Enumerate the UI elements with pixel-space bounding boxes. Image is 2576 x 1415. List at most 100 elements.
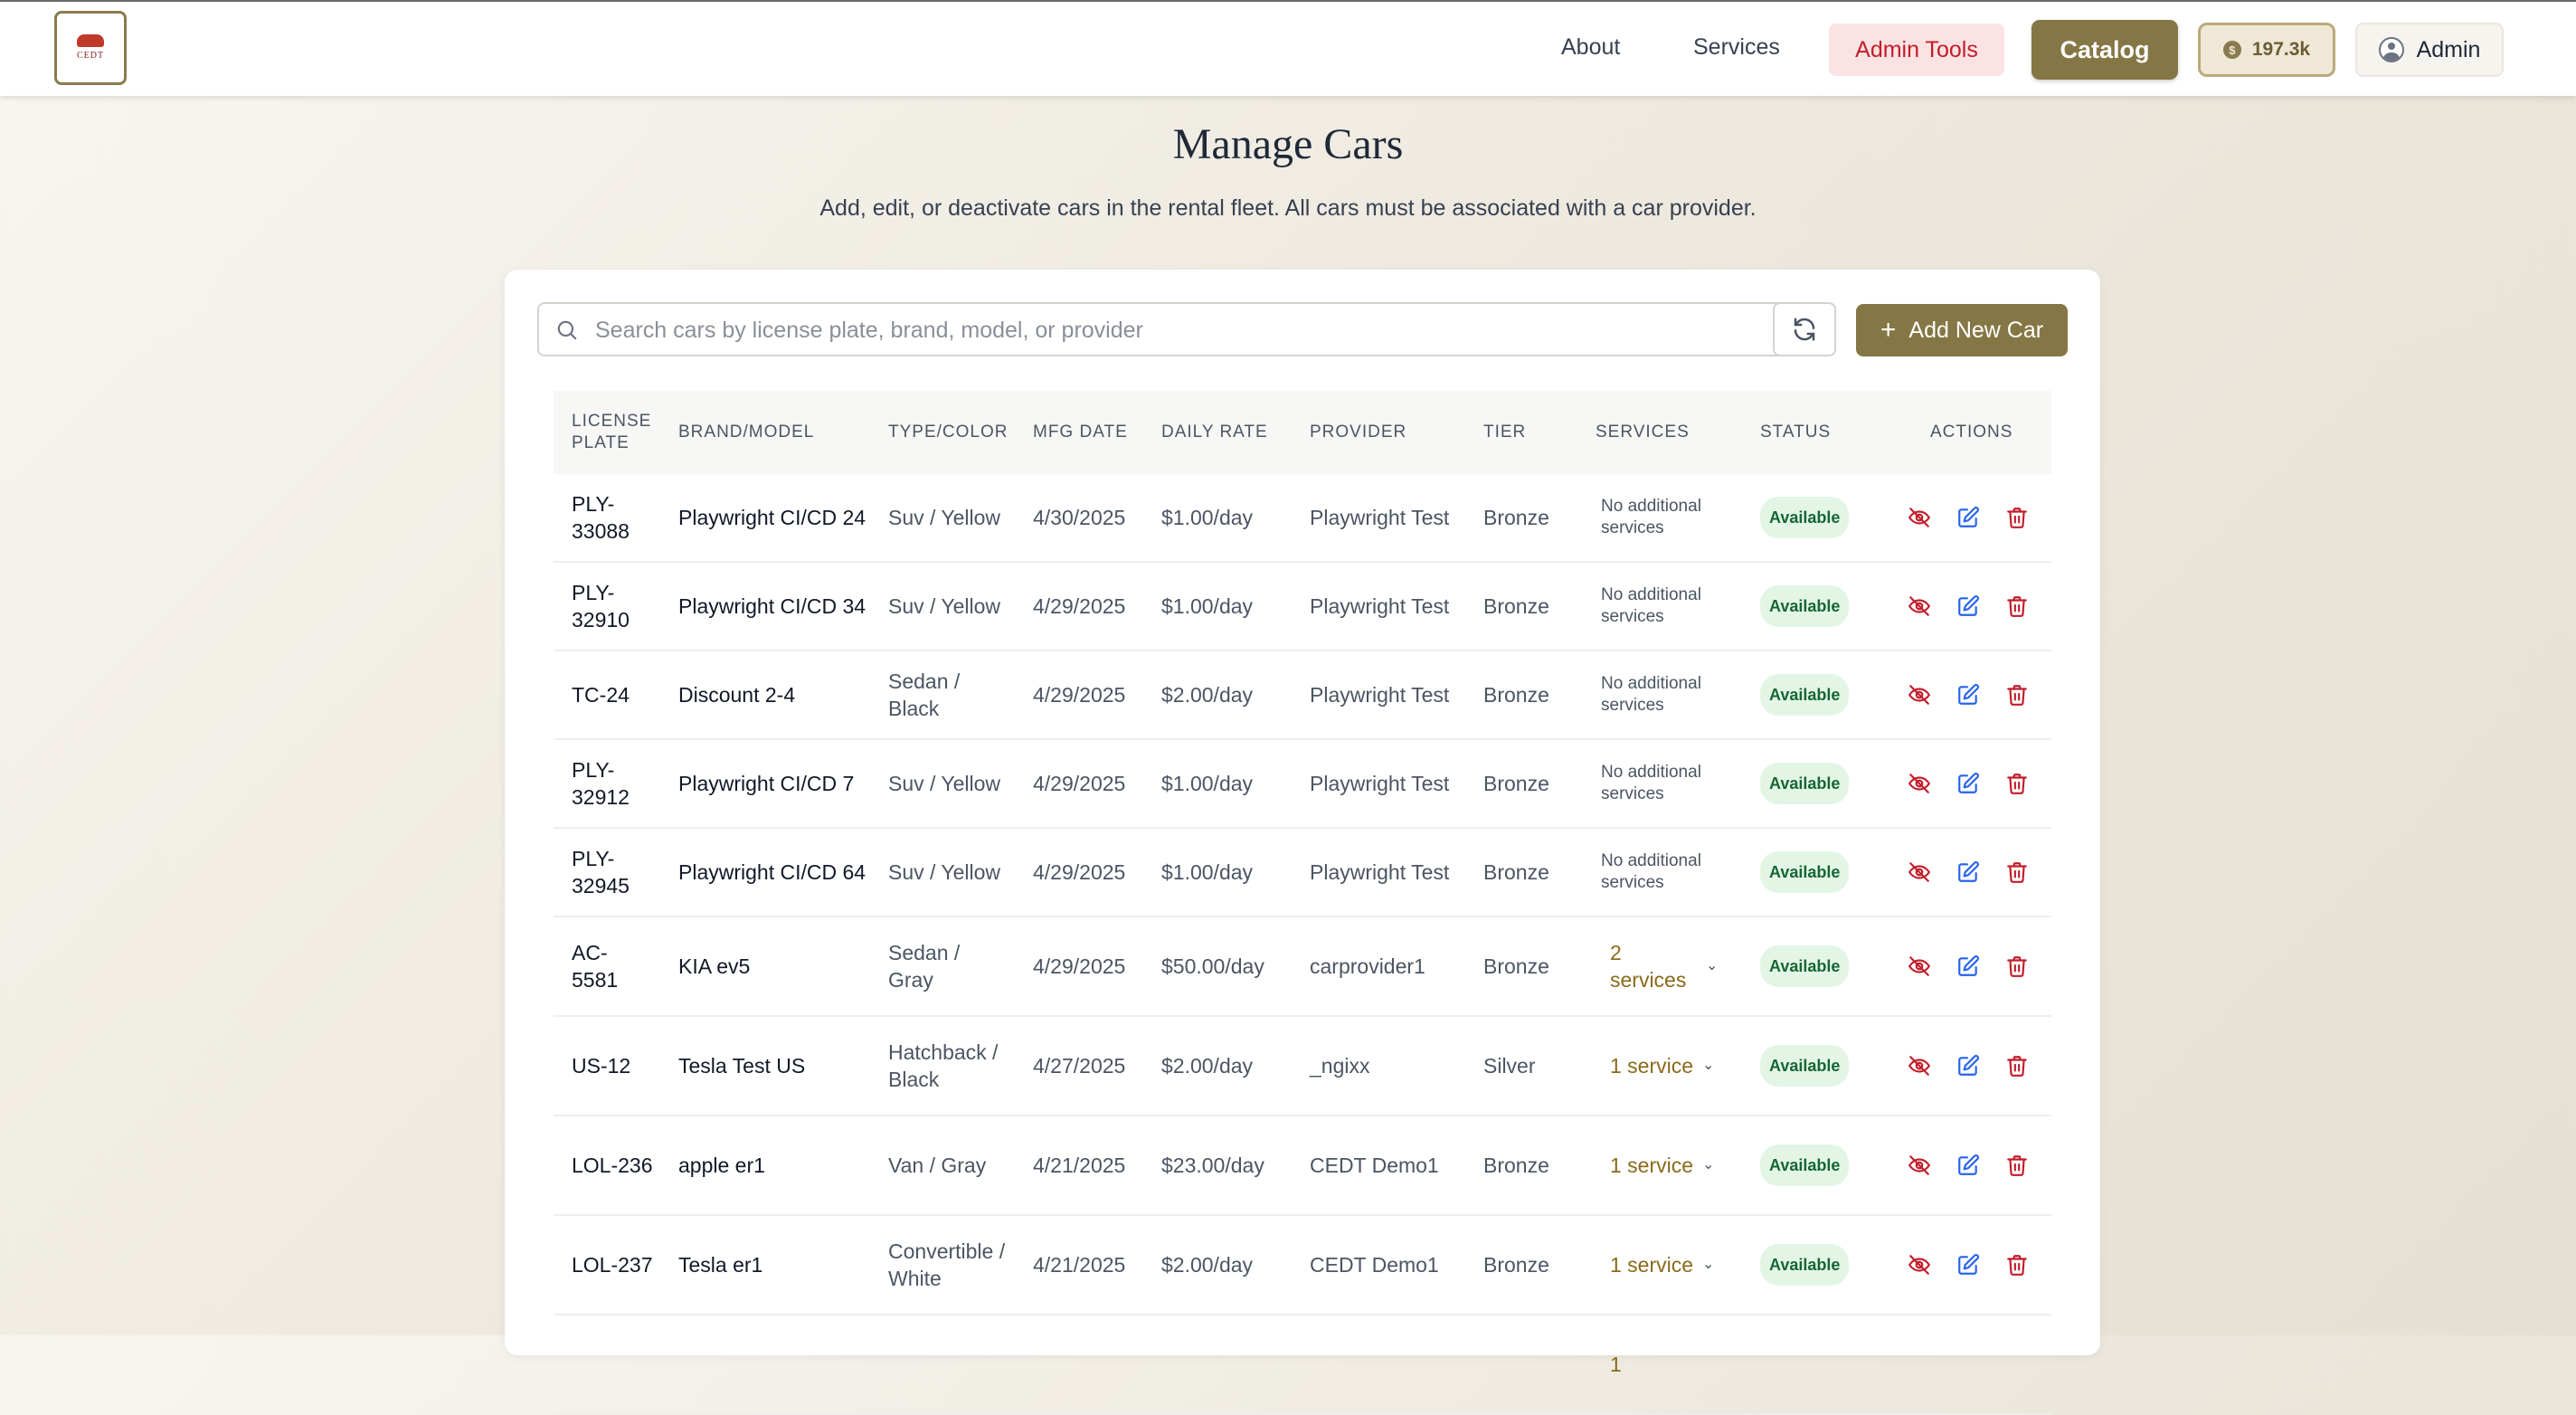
table-row[interactable]: PLY-33088 Playwright CI/CD 24 Suv / Yellow… [554,474,2051,563]
nav-about-link[interactable]: About [1561,34,1620,61]
cell-services[interactable]: 1 service ⌄ [1610,1017,1746,1115]
cell-actions [1907,829,2030,916]
cell-services[interactable]: 2 services ⌄ [1610,917,1746,1015]
table-row[interactable]: 1 [554,1315,2051,1415]
table-row[interactable]: PLY-32910 Playwright CI/CD 34 Suv / Yellow… [554,563,2051,651]
cell-provider: CEDT Demo1 [1310,1116,1473,1214]
col-tier: TIER [1483,423,1527,442]
table-row[interactable]: US-12 Tesla Test US Hatchback / Black 4/27/… [554,1017,2051,1116]
cell-mfg-date: 4/29/2025 [1033,829,1151,916]
refresh-button[interactable] [1773,302,1836,356]
search-icon [557,320,577,340]
user-menu-button[interactable]: Admin [2355,23,2504,77]
table-row[interactable]: PLY-32945 Playwright CI/CD 64 Suv / Yellow… [554,829,2051,917]
delete-trash-icon[interactable] [2004,1153,2030,1178]
cell-services[interactable]: 1 [1610,1315,1746,1413]
edit-icon[interactable] [1956,505,1981,530]
deactivate-eye-off-icon[interactable] [1907,1153,1932,1178]
table-row[interactable]: AC-5581 KIA ev5 Sedan / Gray 4/29/2025 $50.0… [554,917,2051,1017]
status-badge: Available [1760,674,1850,716]
cell-license-plate: LOL-236 [572,1116,653,1214]
cell-tier: Bronze [1483,563,1574,650]
cell-provider-text: carprovider1 [1310,954,1425,978]
cell-mfg-date-text: 4/29/2025 [1033,683,1126,707]
cell-brand-model: Tesla Test US [678,1017,868,1115]
cell-mfg-date: 4/29/2025 [1033,563,1151,650]
cell-mfg-date-text: 4/29/2025 [1033,594,1126,618]
cell-tier: Bronze [1483,1116,1574,1214]
delete-trash-icon[interactable] [2004,1053,2030,1078]
edit-icon[interactable] [1956,1053,1981,1078]
deactivate-eye-off-icon[interactable] [1907,771,1932,796]
deactivate-eye-off-icon[interactable] [1907,594,1932,619]
services-text: No additional services [1601,763,1701,803]
delete-trash-icon[interactable] [2004,954,2030,979]
cars-table: LICENSE PLATE BRAND/MODEL TYPE/COLOR MFG… [554,391,2051,1415]
search-box[interactable] [537,302,1804,356]
cell-tier: Silver [1483,1017,1574,1115]
cell-license-plate-text: US-12 [572,1054,631,1078]
col-services: SERVICES [1596,423,1690,442]
add-new-car-button[interactable]: + Add New Car [1856,304,2068,356]
cell-services[interactable]: 1 service ⌄ [1610,1116,1746,1214]
status-badge: Available [1760,585,1850,627]
deactivate-eye-off-icon[interactable] [1907,505,1932,530]
delete-trash-icon[interactable] [2004,1252,2030,1277]
cell-tier-text: Bronze [1483,772,1549,795]
chevron-down-icon: ⌄ [1702,1157,1715,1173]
services-text: No additional services [1601,674,1701,715]
coin-balance-button[interactable]: $ 197.3k [2198,23,2335,77]
cell-tier-text: Silver [1483,1054,1536,1078]
delete-trash-icon[interactable] [2004,859,2030,885]
chevron-down-icon: ⌄ [1706,958,1719,973]
edit-icon[interactable] [1956,682,1981,708]
cell-daily-rate-text: $50.00/day [1161,954,1264,978]
cell-type-color: Suv / Yellow [888,829,1006,916]
table-row[interactable]: TC-24 Discount 2-4 Sedan / Black 4/29/2025 $… [554,651,2051,740]
deactivate-eye-off-icon[interactable] [1907,954,1932,979]
delete-trash-icon[interactable] [2004,682,2030,708]
cell-license-plate: US-12 [572,1017,653,1115]
table-row[interactable]: PLY-32912 Playwright CI/CD 7 Suv / Yellow 4… [554,740,2051,829]
cell-type-color: Convertible / White [888,1216,1006,1314]
cell-mfg-date-text: 4/27/2025 [1033,1054,1126,1078]
cell-type-color: Suv / Yellow [888,474,1006,561]
deactivate-eye-off-icon[interactable] [1907,682,1932,708]
cell-provider-text: CEDT Demo1 [1310,1253,1439,1277]
deactivate-eye-off-icon[interactable] [1907,1252,1932,1277]
edit-icon[interactable] [1956,594,1981,619]
deactivate-eye-off-icon[interactable] [1907,1053,1932,1078]
edit-icon[interactable] [1956,771,1981,796]
delete-trash-icon[interactable] [2004,594,2030,619]
cell-mfg-date: 4/21/2025 [1033,1116,1151,1214]
status-badge: Available [1760,945,1850,987]
cell-type-color-text: Sedan / Gray [888,941,961,992]
search-input[interactable] [593,311,1791,349]
cell-tier-text: Bronze [1483,506,1549,529]
cell-tier: Bronze [1483,829,1574,916]
delete-trash-icon[interactable] [2004,771,2030,796]
cell-provider-text: Playwright Test [1310,860,1450,884]
table-row[interactable]: LOL-237 Tesla er1 Convertible / White 4/21/… [554,1216,2051,1315]
cell-services[interactable]: 1 service ⌄ [1610,1216,1746,1314]
delete-trash-icon[interactable] [2004,505,2030,530]
cell-provider: CEDT Demo1 [1310,1216,1473,1314]
cell-type-color-text: Suv / Yellow [888,594,1001,618]
edit-icon[interactable] [1956,1153,1981,1178]
edit-icon[interactable] [1956,1252,1981,1277]
site-logo[interactable]: CEDT [54,11,127,85]
col-license-plate: LICENSE PLATE [572,412,652,452]
cell-daily-rate: $1.00/day [1161,563,1297,650]
coin-icon: $ [2222,41,2241,59]
cell-brand-model [678,1315,868,1413]
nav-services-link[interactable]: Services [1693,34,1780,61]
edit-icon[interactable] [1956,859,1981,885]
table-row[interactable]: LOL-236 apple er1 Van / Gray 4/21/2025 $23.0… [554,1116,2051,1216]
cell-mfg-date-text: 4/29/2025 [1033,860,1126,884]
deactivate-eye-off-icon[interactable] [1907,859,1932,885]
cell-mfg-date-text: 4/30/2025 [1033,506,1126,529]
edit-icon[interactable] [1956,954,1981,979]
catalog-button[interactable]: Catalog [2031,20,2178,80]
admin-tools-button[interactable]: Admin Tools [1829,24,2004,76]
cell-actions [1907,1216,2030,1314]
